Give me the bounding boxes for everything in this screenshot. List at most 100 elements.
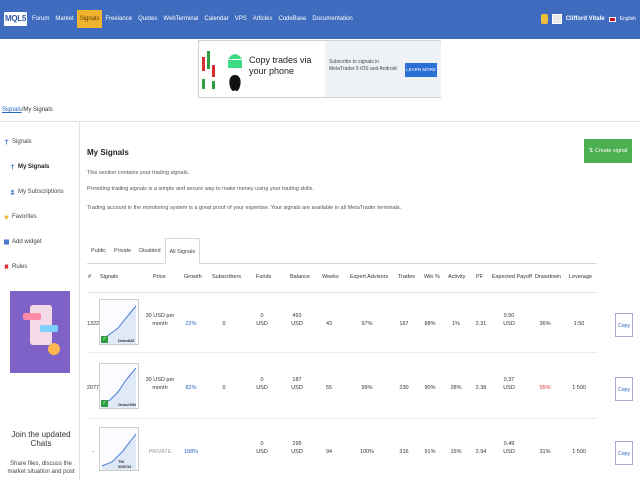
tab-disabled[interactable]: Disabled (135, 238, 164, 263)
signal-icon (10, 164, 15, 170)
signal-name: TM 008734 (118, 459, 132, 469)
divider (87, 352, 597, 353)
create-signal-button[interactable]: ⇅ Create signal (584, 139, 632, 163)
column-header[interactable]: Expected Payoff (492, 274, 532, 280)
signal-balance: 493 USD (291, 313, 303, 327)
signal-ea: 97% (361, 321, 373, 327)
signal-thumbnail[interactable]: ✓ Grace994 (99, 363, 139, 409)
user-area: Clifford Vitale English (540, 10, 636, 28)
signal-payoff: 0.50 USD (503, 313, 515, 327)
nav-item-codebase[interactable]: CodeBase (275, 10, 309, 28)
nav-item-signals[interactable]: Signals (76, 10, 103, 28)
star-icon (4, 214, 9, 220)
signal-trades: 316 (399, 449, 409, 455)
user-icon (10, 189, 15, 195)
wallet-icon[interactable] (540, 14, 548, 24)
nav-item-calendar[interactable]: Calendar (201, 10, 231, 28)
column-header[interactable]: Trades (398, 274, 415, 280)
column-header[interactable]: Growth (184, 274, 202, 280)
signal-weeks: 43 (325, 321, 333, 327)
banner-title: Copy trades via your phone (249, 55, 312, 76)
signal-payoff: 0.37 USD (503, 377, 515, 391)
signal-funds: 0 USD (256, 441, 268, 455)
nav-item-forum[interactable]: Forum (29, 10, 52, 28)
widget-icon (4, 239, 9, 245)
column-header[interactable]: Activity (448, 274, 465, 280)
sidebar-item-add-widget[interactable]: Add widget (4, 239, 42, 245)
nav-item-documentation[interactable]: Documentation (309, 10, 355, 28)
sidebar-item-label: Favorites (12, 214, 37, 220)
nav-item-quotes[interactable]: Quotes (135, 10, 160, 28)
signal-pf: 2.94 (475, 449, 487, 455)
column-header[interactable]: Weeks (322, 274, 339, 280)
nav-item-market[interactable]: Market (52, 10, 76, 28)
column-header[interactable]: Win % (424, 274, 440, 280)
signal-name: Dean826 (118, 338, 135, 343)
nav-item-webterminal[interactable]: WebTerminal (160, 10, 201, 28)
signal-funds: 0 USD (256, 377, 268, 391)
column-header[interactable]: Signals (100, 274, 118, 280)
signal-id: 1322 (86, 321, 100, 327)
signal-pf: 2.31 (475, 321, 487, 327)
verified-check-icon: ✓ (101, 400, 108, 407)
breadcrumb-current: My Signals (23, 107, 53, 113)
sidebar-item-my-signals[interactable]: My Signals (10, 164, 49, 170)
mql5-logo[interactable]: MQL5 (4, 12, 27, 26)
description-line: Providing trading signals is a simple an… (87, 186, 314, 192)
sidebar-item-rules[interactable]: Rules (4, 264, 27, 270)
tab-private[interactable]: Private (110, 238, 135, 263)
tab-all-signals[interactable]: All Signals (164, 238, 201, 264)
language-label[interactable]: English (620, 16, 636, 22)
signal-trades: 230 (399, 385, 409, 391)
sidebar-item-my-subscriptions[interactable]: My Subscriptions (10, 189, 64, 195)
nav-item-vps[interactable]: VPS (232, 10, 250, 28)
sidebar-item-label: Rules (12, 264, 28, 270)
copy-button[interactable]: Copy (615, 377, 633, 401)
banner-text: Subscribe to signals in MetaTrader 5 iOS… (329, 59, 397, 72)
signal-thumbnail[interactable]: ✓ Dean826 (99, 299, 139, 345)
column-header[interactable]: Leverage (569, 274, 592, 280)
uk-flag-icon[interactable] (608, 16, 616, 22)
nav-item-freelance[interactable]: Freelance (102, 10, 135, 28)
sidebar-item-favorites[interactable]: Favorites (4, 214, 37, 220)
signal-balance: 187 USD (291, 377, 303, 391)
nav-item-articles[interactable]: Articles (250, 10, 276, 28)
column-header[interactable]: Funds (256, 274, 271, 280)
divider (87, 418, 597, 419)
signal-trades: 167 (399, 321, 409, 327)
column-header[interactable]: Subscribers (212, 274, 241, 280)
signal-icon: ⇅ (588, 148, 594, 154)
signal-win: 88% (424, 321, 436, 327)
description-line: Trading account in the monitoring system… (87, 205, 402, 211)
breadcrumb-signals-link[interactable]: Signals (2, 107, 22, 113)
signal-drawdown: 31% (539, 449, 551, 455)
column-header[interactable]: Expert Advisors (350, 274, 388, 280)
create-signal-label: Create signal (594, 148, 628, 154)
promo-banner[interactable]: Copy trades via your phone Subscribe to … (198, 40, 441, 98)
signal-id: - (92, 449, 94, 455)
copy-button[interactable]: Copy (615, 441, 633, 465)
learn-more-button[interactable]: LEARN MORE (405, 63, 437, 77)
column-header[interactable]: Price (153, 274, 166, 280)
breadcrumb: Signals/My Signals (2, 107, 53, 113)
description-line: This section contains your trading signa… (87, 170, 190, 176)
signal-activity: 15% (450, 449, 462, 455)
sidebar-item-label: My Subscriptions (18, 189, 64, 195)
copy-button[interactable]: Copy (615, 313, 633, 337)
signal-icon (4, 139, 9, 145)
column-header[interactable]: PF (476, 274, 483, 280)
signal-thumbnail[interactable]: TM 008734 (99, 427, 139, 471)
promo-title: Join the updated Chats (11, 430, 71, 448)
signal-pf: 2.38 (475, 385, 487, 391)
sidebar-item-signals[interactable]: Signals (4, 139, 32, 145)
username[interactable]: Clifford Vitale (566, 16, 605, 22)
column-header[interactable]: Drawdown (535, 274, 561, 280)
avatar[interactable] (551, 14, 562, 24)
tab-public[interactable]: Public (87, 238, 110, 263)
chats-promo-image[interactable] (10, 291, 70, 373)
candlestick-chart-icon (202, 51, 215, 89)
banner-cta-panel: Subscribe to signals in MetaTrader 5 iOS… (325, 41, 441, 97)
signal-payoff: 0.49 USD (503, 441, 515, 455)
bookmark-icon (4, 264, 9, 270)
column-header[interactable]: Balance (290, 274, 310, 280)
